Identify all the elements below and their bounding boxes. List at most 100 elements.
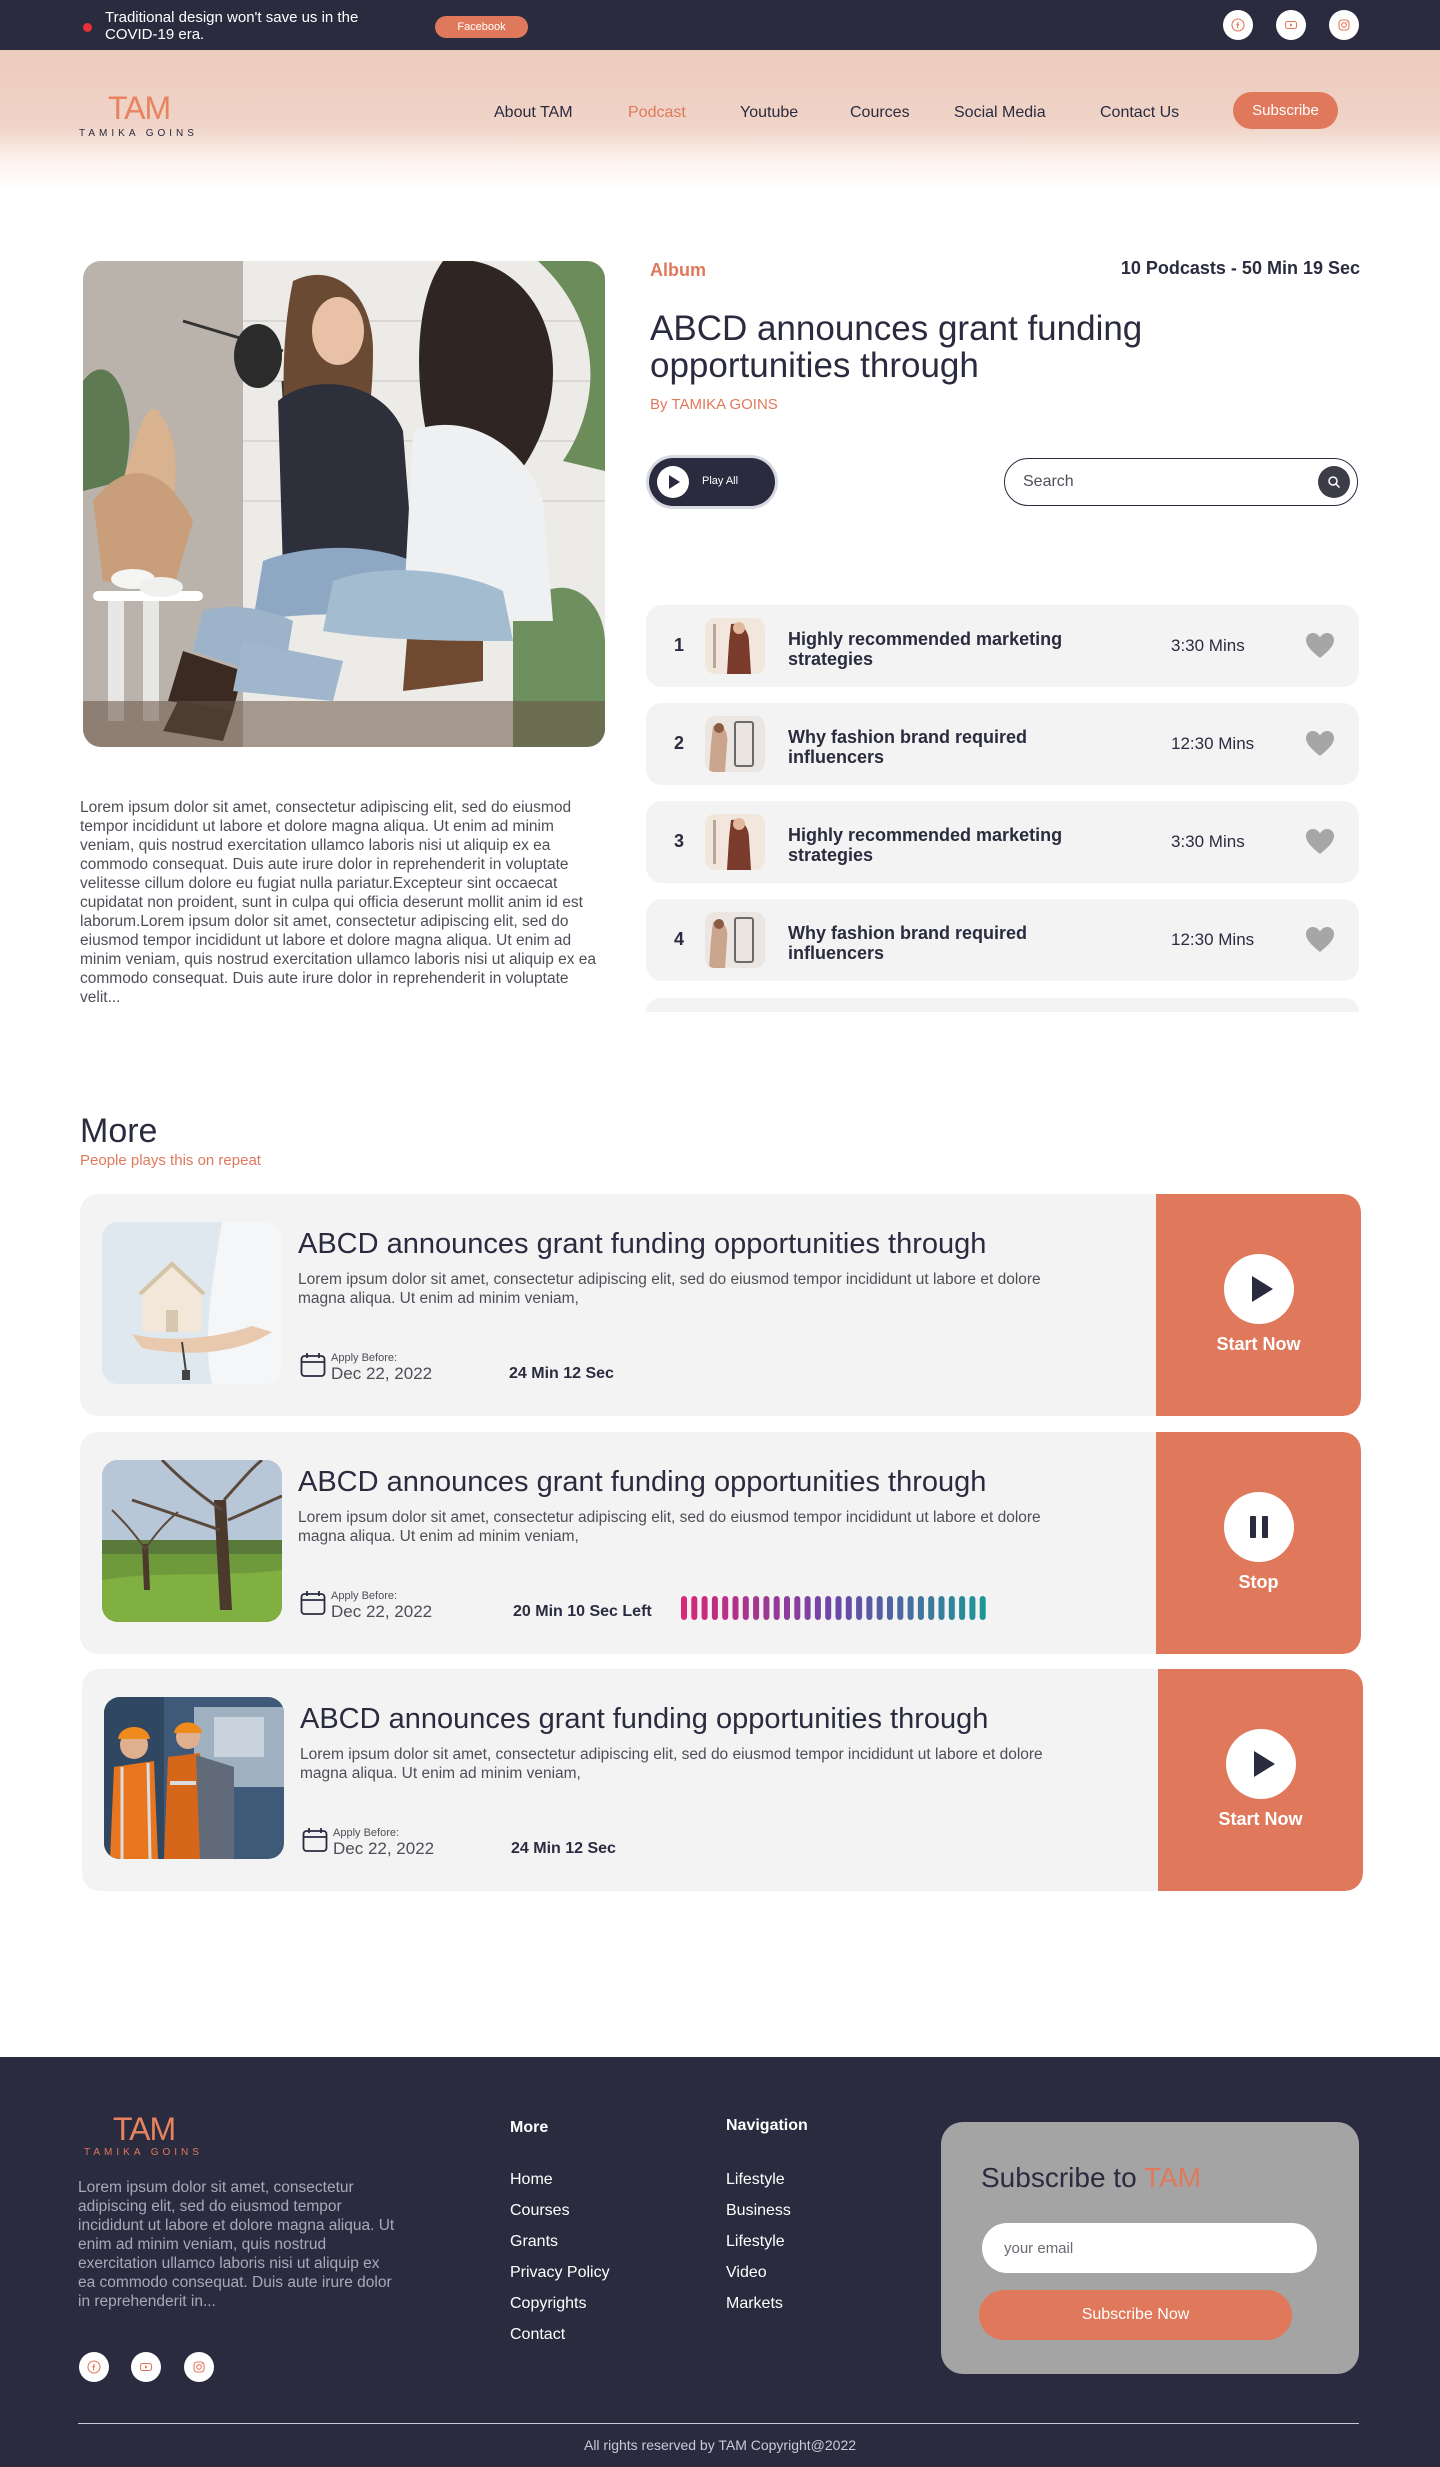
facebook-icon[interactable] <box>79 2352 109 2382</box>
apply-before-label: Apply Before: <box>331 1352 398 1364</box>
footer-link-privacy[interactable]: Privacy Policy <box>510 2264 610 2282</box>
calendar-icon <box>300 1590 326 1616</box>
waveform-bar <box>959 1596 966 1620</box>
nav-about[interactable]: About TAM <box>494 104 573 122</box>
nav-contact[interactable]: Contact Us <box>1100 104 1179 122</box>
footer-link-courses[interactable]: Courses <box>510 2202 570 2220</box>
instagram-icon[interactable] <box>1329 10 1359 40</box>
footer-nav-heading: Navigation <box>726 2117 808 2134</box>
action-label: Stop <box>1238 1572 1279 1592</box>
nav-youtube[interactable]: Youtube <box>740 104 798 122</box>
logo[interactable]: TAM <box>108 90 171 127</box>
waveform-bar <box>845 1596 852 1620</box>
episode-description: Lorem ipsum dolor sit amet, consectetur … <box>300 1746 1043 1782</box>
track-thumbnail <box>705 912 765 968</box>
search-bar <box>1004 458 1358 506</box>
waveform-bar <box>938 1596 945 1620</box>
facebook-pill-button[interactable]: Facebook <box>435 16 528 38</box>
audio-waveform[interactable] <box>681 1594 991 1622</box>
track-item[interactable]: 1 Highly recommended marketing strategie… <box>646 605 1359 687</box>
site-header <box>0 50 1440 190</box>
waveform-bar <box>979 1596 986 1620</box>
episode-thumbnail <box>104 1697 284 1859</box>
stop-button[interactable]: Stop <box>1156 1432 1361 1654</box>
track-duration: 12:30 Mins <box>1171 930 1255 949</box>
waveform-bar <box>753 1596 760 1620</box>
heart-icon[interactable] <box>1306 829 1334 855</box>
nav-social-media[interactable]: Social Media <box>954 104 1046 122</box>
footer-link-business[interactable]: Business <box>726 2202 791 2220</box>
track-title: Highly recommended marketing strategies <box>788 629 1063 669</box>
episode-card: ABCD announces grant funding opportuniti… <box>80 1432 1361 1654</box>
album-author[interactable]: By TAMIKA GOINS <box>650 396 778 413</box>
facebook-icon[interactable] <box>1223 10 1253 40</box>
track-number: 3 <box>674 831 685 851</box>
nav-cources[interactable]: Cources <box>850 104 910 122</box>
more-subheading: People plays this on repeat <box>80 1152 261 1169</box>
album-label: Album <box>650 260 706 280</box>
waveform-bar <box>804 1596 811 1620</box>
start-now-button[interactable]: Start Now <box>1156 1194 1361 1416</box>
waveform-bar <box>876 1596 883 1620</box>
search-input[interactable] <box>1023 472 1293 492</box>
time-left: 20 Min 10 Sec Left <box>513 1603 652 1620</box>
subscribe-now-button[interactable]: Subscribe Now <box>979 2290 1292 2340</box>
waveform-bar <box>711 1596 718 1620</box>
track-item[interactable]: 3 Highly recommended marketing strategie… <box>646 801 1359 883</box>
episode-title[interactable]: ABCD announces grant funding opportuniti… <box>300 1703 988 1736</box>
footer-link-lifestyle[interactable]: Lifestyle <box>726 2171 785 2189</box>
live-dot-icon <box>83 23 92 32</box>
play-icon <box>1226 1729 1296 1799</box>
search-icon[interactable] <box>1318 466 1350 498</box>
footer-link-home[interactable]: Home <box>510 2171 553 2189</box>
waveform-bar <box>928 1596 935 1620</box>
heart-icon[interactable] <box>1306 731 1334 757</box>
footer-about: Lorem ipsum dolor sit amet, consectetur … <box>78 2179 395 2310</box>
episode-title[interactable]: ABCD announces grant funding opportuniti… <box>298 1228 986 1261</box>
footer-link-copyrights[interactable]: Copyrights <box>510 2295 586 2313</box>
footer-link-video[interactable]: Video <box>726 2264 767 2282</box>
footer-link-lifestyle-2[interactable]: Lifestyle <box>726 2233 785 2251</box>
calendar-icon <box>300 1352 326 1378</box>
apply-date: Dec 22, 2022 <box>331 1364 433 1383</box>
play-all-button[interactable]: Play All <box>649 458 775 506</box>
track-item[interactable]: 4 Why fashion brand required influencers… <box>646 899 1359 981</box>
heart-icon[interactable] <box>1306 927 1334 953</box>
youtube-icon[interactable] <box>131 2352 161 2382</box>
waveform-bar <box>835 1596 842 1620</box>
waveform-bar <box>948 1596 955 1620</box>
email-field-wrapper <box>982 2223 1317 2273</box>
logo-tagline: TAMIKA GOINS <box>79 128 198 139</box>
waveform-bar <box>825 1596 832 1620</box>
youtube-icon[interactable] <box>1276 10 1306 40</box>
track-title: Why fashion brand required influencers <box>788 727 1028 767</box>
footer-logo[interactable]: TAM <box>113 2111 176 2148</box>
apply-date: Dec 22, 2022 <box>333 1839 435 1858</box>
subscribe-title-accent: TAM <box>1143 2162 1201 2193</box>
heart-icon[interactable] <box>1306 633 1334 659</box>
instagram-icon[interactable] <box>184 2352 214 2382</box>
track-duration: 12:30 Mins <box>1171 734 1255 753</box>
apply-before-label: Apply Before: <box>333 1827 400 1839</box>
track-number: 4 <box>674 929 685 949</box>
track-thumbnail <box>705 716 765 772</box>
album-cover-image <box>83 261 605 747</box>
footer-link-markets[interactable]: Markets <box>726 2295 783 2313</box>
track-title: Why fashion brand required influencers <box>788 923 1028 963</box>
nav-podcast[interactable]: Podcast <box>628 104 686 122</box>
email-field[interactable] <box>1004 2238 1294 2258</box>
episode-title[interactable]: ABCD announces grant funding opportuniti… <box>298 1466 986 1499</box>
footer-link-grants[interactable]: Grants <box>510 2233 558 2251</box>
calendar-icon <box>302 1827 328 1853</box>
start-now-button[interactable]: Start Now <box>1158 1669 1363 1891</box>
episode-description: Lorem ipsum dolor sit amet, consectetur … <box>298 1509 1041 1545</box>
track-duration: 3:30 Mins <box>1171 636 1245 655</box>
footer-link-contact[interactable]: Contact <box>510 2326 565 2344</box>
track-thumbnail <box>705 814 765 870</box>
apply-date: Dec 22, 2022 <box>331 1602 433 1621</box>
track-item[interactable]: 2 Why fashion brand required influencers… <box>646 703 1359 785</box>
waveform-bar <box>794 1596 801 1620</box>
track-item-partial <box>646 998 1359 1012</box>
episode-duration: 24 Min 12 Sec <box>511 1840 616 1857</box>
subscribe-button[interactable]: Subscribe <box>1233 92 1338 129</box>
